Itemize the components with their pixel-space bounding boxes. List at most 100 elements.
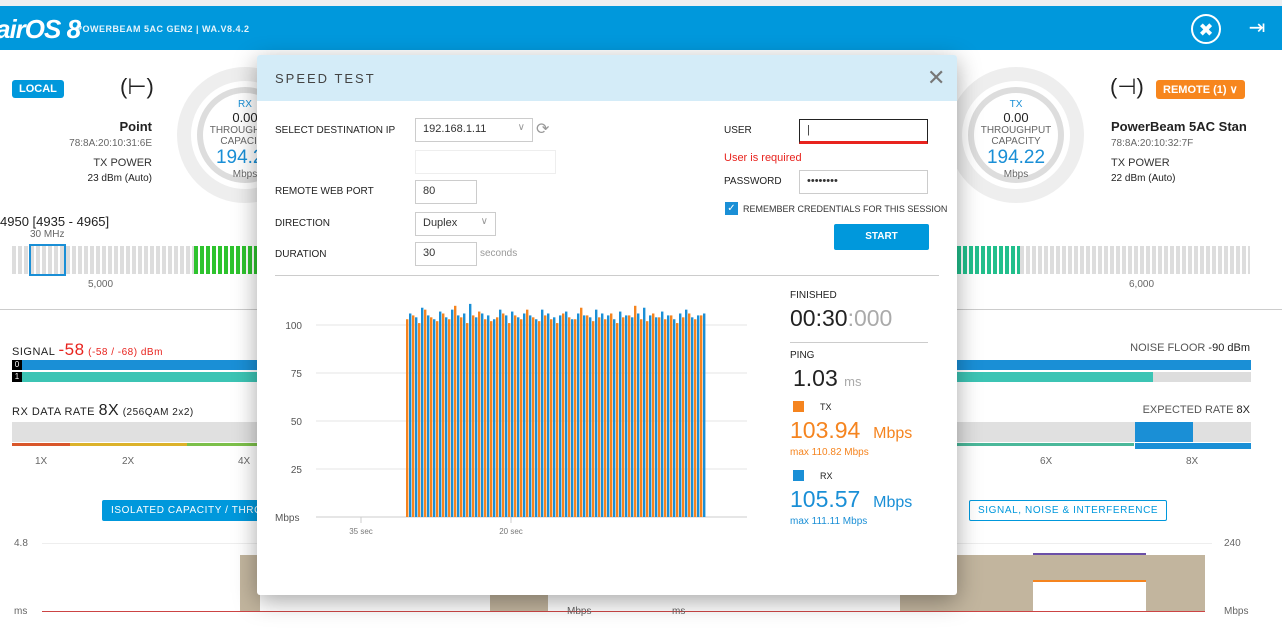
tx-bar (496, 317, 499, 517)
tx-value-row: 103.94 Mbps (790, 417, 912, 444)
signal-detail: (-58 / -68) dBm (88, 347, 163, 358)
ping-value: 1.03 (793, 365, 838, 391)
rx-max: max 111.11 Mbps (790, 516, 868, 527)
remember-checkbox[interactable]: ✓ (725, 202, 738, 215)
rate-tick: 8X (1186, 456, 1199, 467)
rx-bar (433, 319, 436, 517)
right-chart-unit-left: ms (672, 606, 686, 617)
rx-bar (697, 315, 700, 517)
tx-bar (652, 313, 655, 517)
rx-bar (463, 313, 466, 517)
tx-gauge: TX 0.00 THROUGHPUT CAPACITY 194.22 Mbps (948, 67, 1084, 203)
user-input[interactable]: | (799, 119, 928, 144)
local-mac: 78:8A:20:10:31:6E (69, 138, 152, 149)
device-model: POWERBEAM 5AC GEN2 | WA.V8.4.2 (76, 24, 250, 34)
elapsed-time-ms: :000 (847, 305, 893, 331)
rx-bar (499, 309, 502, 517)
rx-bar (637, 313, 640, 517)
port-label: REMOTE WEB PORT (275, 186, 374, 197)
direction-value: Duplex (423, 217, 458, 229)
tab-signal-noise[interactable]: SIGNAL, NOISE & INTERFERENCE (969, 500, 1168, 521)
frequency-range: 4950 [4935 - 4965] (0, 214, 110, 229)
tx-bar (418, 323, 421, 517)
x-tick-label: 35 sec (349, 527, 373, 536)
tx-bar (574, 319, 577, 517)
direction-select[interactable]: Duplex ∨ (415, 212, 496, 236)
rx-bar (589, 317, 592, 517)
modal-header: SPEED TEST ✕ (257, 55, 957, 101)
rate-seg-1x (12, 443, 70, 446)
rx-bar (679, 313, 682, 517)
noise-floor: NOISE FLOOR -90 dBm (1130, 342, 1250, 354)
rx-rate-detail: (256QAM 2x2) (122, 407, 194, 418)
rx-bar (559, 315, 562, 517)
tx-bar (442, 313, 445, 517)
rx-bar (655, 317, 658, 517)
tx-bar (592, 321, 595, 517)
result-divider (790, 342, 928, 343)
expected-rate-label: EXPECTED RATE (1142, 404, 1234, 416)
tx-bar (700, 315, 703, 517)
port-input[interactable]: 80 (415, 180, 477, 204)
rx-legend-swatch (793, 470, 804, 481)
gauge-label: TX (1009, 99, 1023, 110)
tx-bar (502, 313, 505, 517)
signal-value: -58 (58, 340, 85, 359)
tab-capacity[interactable]: ISOLATED CAPACITY / THROUGHPUT (102, 500, 272, 521)
y-tick-label: 100 (285, 321, 302, 332)
tx-bar (448, 319, 451, 517)
tools-icon[interactable]: ✖ (1191, 14, 1221, 44)
refresh-icon[interactable]: ⟳ (536, 119, 549, 139)
mid-chart-area (490, 595, 548, 612)
tx-bar (580, 307, 583, 517)
close-icon[interactable]: ✕ (927, 65, 945, 91)
tx-bar (634, 305, 637, 517)
elapsed-time-main: 00:30 (790, 305, 848, 331)
rx-bar (421, 307, 424, 517)
chain-1-label: 1 (12, 372, 22, 382)
tx-bar (646, 321, 649, 517)
rx-bar (547, 313, 550, 517)
y-tick-label: 50 (291, 417, 303, 428)
dest-ip-select[interactable]: 192.168.1.11 ∨ (415, 118, 533, 142)
spectrum-bar-active-right (957, 246, 1020, 274)
duration-label: DURATION (275, 249, 327, 260)
tx-bar (562, 313, 565, 517)
mid-chart-unit: Mbps (567, 606, 592, 617)
tx-bar (430, 317, 433, 517)
tx-bar (526, 309, 529, 517)
rx-bar (445, 317, 448, 517)
tx-bar (556, 323, 559, 517)
rate-tick: 6X (1040, 456, 1053, 467)
tx-bar (640, 319, 643, 517)
local-badge: LOCAL (12, 80, 64, 98)
gauge-capacity: 194.22 (986, 147, 1046, 168)
rx-bar (565, 311, 568, 517)
rx-bar (595, 309, 598, 517)
rx-bar (415, 317, 418, 517)
duration-input[interactable]: 30 (415, 242, 477, 266)
tx-bar (454, 305, 457, 517)
remote-dropdown[interactable]: REMOTE (1) ∨ (1156, 80, 1245, 99)
rx-bar (613, 319, 616, 517)
rx-bar (475, 317, 478, 517)
modal-title: SPEED TEST (275, 71, 376, 86)
rx-bar (553, 317, 556, 517)
tx-bar (610, 313, 613, 517)
tx-bar (664, 319, 667, 517)
right-chart-unit: Mbps (1224, 606, 1249, 617)
password-input[interactable]: •••••••• (799, 170, 928, 194)
dest-ip-custom-input[interactable] (415, 150, 556, 174)
tx-label: TX (820, 402, 832, 412)
user-error: User is required (724, 152, 802, 164)
rx-bar (481, 313, 484, 517)
rx-bar (541, 309, 544, 517)
y-tick-label: 25 (291, 465, 303, 476)
channel-selector[interactable] (29, 244, 66, 276)
logout-icon[interactable]: ⇥ (1242, 14, 1272, 44)
dest-ip-label: SELECT DESTINATION IP (275, 125, 396, 136)
start-button[interactable]: START (834, 224, 929, 250)
rate-tick: 2X (122, 456, 135, 467)
elapsed-time: 00:30:000 (790, 305, 892, 332)
rx-bar (673, 319, 676, 517)
